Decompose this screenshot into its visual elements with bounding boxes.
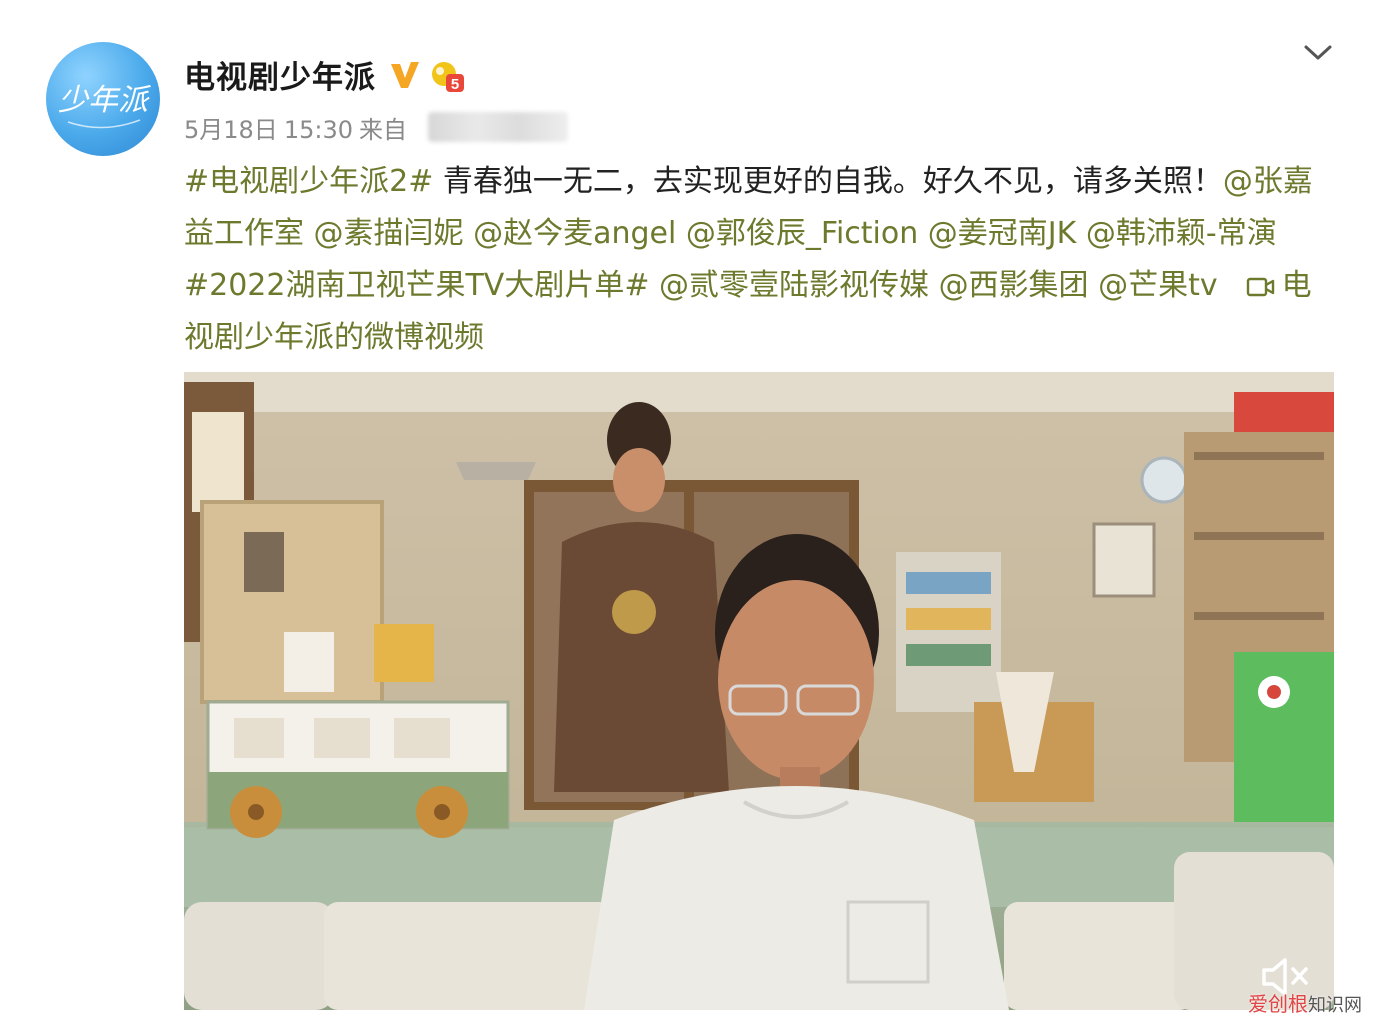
video-camera-icon — [1246, 277, 1274, 297]
post-text-link[interactable]: @姜冠南JK — [928, 216, 1077, 251]
avatar-logo-icon: 少年派 — [58, 83, 152, 129]
avatar-logo-text: 少年派 — [58, 83, 152, 118]
post-text-link[interactable]: @西影集团 — [939, 268, 1089, 303]
post-text-plain — [1076, 216, 1086, 251]
chevron-down-icon[interactable] — [1300, 38, 1336, 66]
post-text-link[interactable]: @贰零壹陆影视传媒 — [659, 268, 929, 303]
post-text-plain — [918, 216, 928, 251]
post-time[interactable]: 15:30 — [284, 116, 353, 144]
post-text-plain — [649, 268, 659, 303]
watermark-site: 知识网 — [1308, 995, 1362, 1016]
post-text-plain — [1089, 268, 1099, 303]
svg-text:5: 5 — [451, 76, 459, 93]
site-watermark: 爱创根知识网 — [1248, 988, 1362, 1017]
post-text-plain — [929, 268, 939, 303]
post-text-link[interactable]: @韩沛颖-常演 — [1086, 216, 1277, 251]
post-text-link[interactable]: #2022湖南卫视芒果TV大剧片单# — [184, 268, 649, 303]
account-avatar[interactable]: 少年派 — [46, 42, 160, 156]
weibo-post-card: 少年派 电视剧少年派 5 5月18日 15:30 来自 #电视剧少年派2# 青春独一… — [0, 0, 1382, 1022]
post-text-plain — [676, 216, 686, 251]
post-text-link[interactable]: @赵今麦angel — [473, 216, 676, 251]
watermark-brand: 爱创根 — [1248, 992, 1308, 1016]
post-date[interactable]: 5月18日 — [184, 116, 278, 144]
video-player[interactable] — [184, 372, 1334, 1010]
post-text-link[interactable]: #电视剧少年派2# — [184, 164, 433, 199]
post-text-plain: 青春独一无二，去实现更好的自我。好久不见，请多关照！ — [433, 164, 1223, 199]
post-text-plain — [464, 216, 474, 251]
post-text-link[interactable]: @芒果tv — [1098, 268, 1218, 303]
post-text: #电视剧少年派2# 青春独一无二，去实现更好的自我。好久不见，请多关照！@张嘉益… — [184, 156, 1334, 364]
post-text-link[interactable]: @素描闫妮 — [314, 216, 464, 251]
source-blurred — [428, 112, 568, 142]
member-level-icon[interactable]: 5 — [428, 56, 468, 96]
post-text-link[interactable]: @郭俊辰_Fiction — [686, 216, 918, 251]
video-frame — [184, 372, 1334, 1010]
post-meta: 5月18日 15:30 来自 — [184, 110, 413, 145]
post-text-plain — [304, 216, 314, 251]
post-source-prefix: 来自 — [358, 116, 407, 144]
account-name[interactable]: 电视剧少年派 — [184, 52, 376, 97]
verified-v-icon — [391, 62, 419, 88]
